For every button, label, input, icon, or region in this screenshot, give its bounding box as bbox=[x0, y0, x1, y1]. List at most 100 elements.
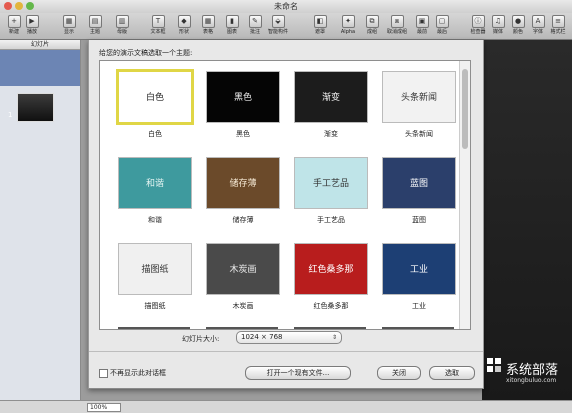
slide-size-label: 幻灯片大小: bbox=[182, 335, 220, 343]
back-icon: ▢ bbox=[435, 15, 449, 28]
toolbar-button-label: 最后 bbox=[436, 29, 447, 35]
chart-icon: ▮ bbox=[225, 15, 239, 28]
theme-thumbnail: 渐变 bbox=[294, 71, 368, 123]
toolbar-button-smart-build[interactable]: ⬙ 智能构件 bbox=[266, 15, 290, 37]
watermark-logo-icon bbox=[487, 358, 501, 372]
theme-chooser-dialog: 给您的演示文稿选取一个主题: 白色 白色 黑色 黑色 渐变 渐变 头条新闻 头条新闻 和谐 和谐储… bbox=[88, 40, 484, 389]
toolbar-button-label: 格式栏 bbox=[550, 29, 566, 35]
slide-selection-highlight bbox=[0, 50, 80, 86]
theme-thumbnail: 手工艺品 bbox=[294, 157, 368, 209]
theme-name: 红色桑多那 bbox=[313, 302, 349, 310]
theme-name: 头条新闻 bbox=[405, 130, 433, 138]
slide-thumbnail[interactable] bbox=[17, 93, 54, 122]
slide-size-select[interactable]: 1024 × 768 ⇕ bbox=[236, 331, 342, 344]
slide-number: 1 bbox=[8, 111, 13, 119]
toolbar-button-table[interactable]: ▦ 表格 bbox=[196, 15, 220, 37]
toolbar-button-format-bar[interactable]: ≡ 格式栏 bbox=[546, 15, 570, 37]
theme-thumbnail-partial bbox=[382, 327, 454, 329]
watermark-text: 系统部落 bbox=[506, 363, 559, 378]
close-window-button[interactable] bbox=[4, 2, 12, 10]
theme-name: 蓝图 bbox=[412, 216, 426, 224]
theme-thumbnail-label: 手工艺品 bbox=[312, 179, 349, 189]
smart-build-icon: ⬙ bbox=[271, 15, 285, 28]
toolbar-button-textbox[interactable]: T 文本框 bbox=[146, 15, 170, 37]
theme-name: 白色 bbox=[148, 130, 162, 138]
toolbar-button-label: 显示 bbox=[63, 29, 74, 35]
toolbar-button-chart[interactable]: ▮ 图表 bbox=[220, 15, 244, 37]
toolbar-button-shapes[interactable]: ◆ 形状 bbox=[172, 15, 196, 37]
toolbar: + 新建 ▶ 播放 ▦ 显示 ▤ 主题 ▥ 母版 T 文本框 ◆ 形状 ▦ 表格 ▮ 图表 ✎ 批注 ⬙ 智能构件 ◧ 遮罩 ✦… bbox=[0, 13, 572, 40]
dont-show-checkbox[interactable] bbox=[99, 369, 108, 378]
toolbar-button-label: 主题 bbox=[89, 29, 100, 35]
toolbar-button-group[interactable]: ⧉ 成组 bbox=[360, 15, 384, 37]
canvas-background bbox=[482, 40, 572, 400]
theme-thumbnail-label: 白色 bbox=[145, 93, 164, 103]
close-button[interactable]: 关闭 bbox=[377, 366, 421, 380]
open-existing-button[interactable]: 打开一个现有文件... bbox=[245, 366, 351, 380]
toolbar-button-masters[interactable]: ▥ 母版 bbox=[110, 15, 134, 37]
theme-thumbnail-label: 渐变 bbox=[321, 93, 340, 103]
dialog-prompt: 给您的演示文稿选取一个主题: bbox=[99, 49, 193, 57]
toolbar-button-label: 批注 bbox=[249, 29, 260, 35]
toolbar-button-play[interactable]: ▶ 播放 bbox=[20, 15, 44, 37]
watermark: 系统部落 xitongbuluo.com bbox=[482, 356, 572, 400]
navigator-header: 幻灯片 bbox=[0, 40, 80, 50]
theme-gallery: 白色 白色 黑色 黑色 渐变 渐变 头条新闻 头条新闻 和谐 和谐 储存薄 储存薄 手工艺品 手工艺品 蓝图… bbox=[99, 60, 471, 330]
theme-thumbnail-label: 木炭画 bbox=[229, 265, 257, 275]
theme-thumbnail-partial bbox=[206, 327, 278, 329]
shapes-icon: ◆ bbox=[177, 15, 191, 28]
mask-icon: ◧ bbox=[313, 15, 327, 28]
toolbar-button-back[interactable]: ▢ 最后 bbox=[430, 15, 454, 37]
toolbar-button-comment[interactable]: ✎ 批注 bbox=[243, 15, 267, 37]
theme-thumbnail-label: 描图纸 bbox=[141, 265, 169, 275]
themes-icon: ▤ bbox=[88, 15, 102, 28]
chevron-updown-icon: ⇕ bbox=[331, 334, 337, 341]
toolbar-button-view[interactable]: ▦ 显示 bbox=[57, 15, 81, 37]
play-icon: ▶ bbox=[25, 15, 39, 28]
table-icon: ▦ bbox=[201, 15, 215, 28]
theme-thumbnail: 工业 bbox=[382, 243, 456, 295]
toolbar-button-ungroup[interactable]: ⧈ 取消成组 bbox=[385, 15, 409, 37]
theme-thumbnail-partial bbox=[118, 327, 190, 329]
toolbar-button-label: 文本框 bbox=[150, 29, 166, 35]
theme-thumbnail-label: 黑色 bbox=[233, 93, 252, 103]
theme-name: 描图纸 bbox=[144, 302, 166, 310]
toolbar-button-mask[interactable]: ◧ 遮罩 bbox=[308, 15, 332, 37]
choose-button[interactable]: 选取 bbox=[429, 366, 475, 380]
zoom-window-button[interactable] bbox=[26, 2, 34, 10]
group-icon: ⧉ bbox=[365, 15, 379, 28]
media-icon: ♫ bbox=[491, 15, 505, 28]
theme-name: 手工艺品 bbox=[317, 216, 345, 224]
slide-navigator: 幻灯片 1 bbox=[0, 40, 81, 400]
colors-icon: ● bbox=[511, 15, 525, 28]
toolbar-button-label: Alpha bbox=[340, 29, 356, 35]
zoom-select[interactable]: 100% bbox=[87, 403, 121, 412]
ungroup-icon: ⧈ bbox=[390, 15, 404, 28]
toolbar-button-label: 形状 bbox=[178, 29, 189, 35]
theme-thumbnail: 白色 bbox=[116, 69, 194, 125]
theme-thumbnail: 木炭画 bbox=[206, 243, 280, 295]
textbox-icon: T bbox=[151, 15, 165, 28]
format-bar-icon: ≡ bbox=[551, 15, 565, 28]
dont-show-label: 不再显示此对话框 bbox=[110, 369, 166, 377]
theme-name: 工业 bbox=[412, 302, 426, 310]
status-bar: 100% bbox=[0, 400, 572, 413]
theme-thumbnail-partial bbox=[294, 327, 366, 329]
toolbar-button-alpha[interactable]: ✦ Alpha bbox=[336, 15, 360, 37]
theme-thumbnail: 储存薄 bbox=[206, 157, 280, 209]
toolbar-button-label: 遮罩 bbox=[314, 29, 325, 35]
theme-name: 木炭画 bbox=[232, 302, 254, 310]
theme-thumbnail: 红色桑多那 bbox=[294, 243, 368, 295]
theme-thumbnail: 蓝图 bbox=[382, 157, 456, 209]
theme-name: 渐变 bbox=[324, 130, 338, 138]
theme-thumbnail: 和谐 bbox=[118, 157, 192, 209]
gallery-scrollbar[interactable] bbox=[459, 61, 470, 329]
toolbar-button-themes[interactable]: ▤ 主题 bbox=[83, 15, 107, 37]
theme-thumbnail-label: 蓝图 bbox=[409, 179, 428, 189]
toolbar-button-label: 表格 bbox=[202, 29, 213, 35]
minimize-window-button[interactable] bbox=[15, 2, 23, 10]
gallery-scroll-thumb[interactable] bbox=[462, 69, 468, 149]
toolbar-button-label: 取消成组 bbox=[386, 29, 407, 35]
inspector-icon: ⓘ bbox=[471, 15, 485, 28]
plus-icon: + bbox=[7, 15, 21, 28]
